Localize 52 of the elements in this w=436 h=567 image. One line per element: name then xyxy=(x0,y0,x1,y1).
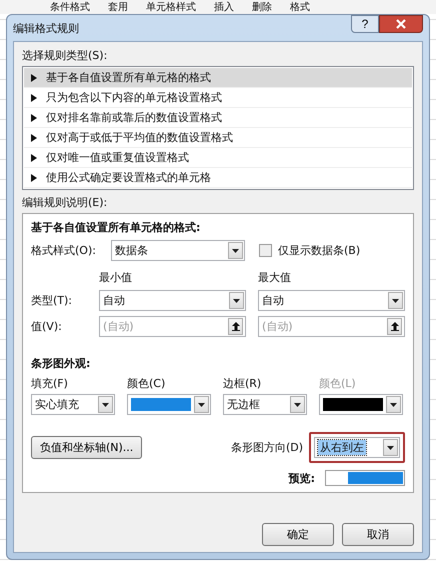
field-label: 填充(F) xyxy=(31,376,69,391)
collapse-up-icon[interactable] xyxy=(387,318,402,335)
window-title: 编辑格式规则 xyxy=(13,20,79,36)
rule-type-item[interactable]: 仅对排名靠前或靠后的数值设置格式 xyxy=(24,108,412,128)
field-label: 预览: xyxy=(288,470,315,486)
field-label: 格式样式(O): xyxy=(31,243,97,258)
dialog-button[interactable]: 确定 xyxy=(262,523,334,546)
color-picker[interactable] xyxy=(319,394,403,415)
rule-type-item[interactable]: 使用公式确定要设置格式的单元格 xyxy=(24,168,412,188)
axis-settings-button[interactable]: 负值和坐标轴(N)... xyxy=(31,436,142,459)
ribbon-tab[interactable]: 套用 xyxy=(108,0,128,14)
triangle-icon xyxy=(30,94,38,102)
ribbon-tab[interactable]: 插入 xyxy=(214,0,234,14)
field-label: 边框(R) xyxy=(223,376,262,391)
rule-type-item[interactable]: 基于各自值设置所有单元格的格式 xyxy=(24,68,412,88)
border-dropdown[interactable]: 无边框 xyxy=(223,394,307,415)
type-dropdown[interactable]: 自动 xyxy=(258,290,405,311)
field-label: 颜色(C) xyxy=(127,376,166,391)
rule-type-item[interactable]: 仅对唯一值或重复值设置格式 xyxy=(24,148,412,168)
fill-dropdown[interactable]: 实心填充 xyxy=(31,394,115,415)
triangle-icon xyxy=(30,74,38,82)
close-button[interactable] xyxy=(379,15,423,33)
triangle-icon xyxy=(30,134,38,142)
field-label: 条形图方向(D) xyxy=(230,440,303,455)
direction-dropdown[interactable]: 从右到左 xyxy=(314,437,400,458)
panel-heading: 基于各自值设置所有单元格的格式: xyxy=(31,220,202,235)
ribbon-tab[interactable]: 条件格式 xyxy=(50,0,90,14)
triangle-icon xyxy=(30,174,38,182)
ribbon-tab[interactable]: 格式 xyxy=(290,0,310,14)
section-label: 编辑规则说明(E): xyxy=(22,195,108,210)
type-dropdown[interactable]: 自动 xyxy=(99,290,246,311)
checkbox-label: 仅显示数据条(B) xyxy=(278,243,360,258)
triangle-icon xyxy=(30,114,38,122)
close-icon xyxy=(396,19,406,29)
format-style-dropdown[interactable]: 数据条 xyxy=(111,240,245,261)
field-label: 值(V): xyxy=(31,319,63,334)
dialog-button[interactable]: 取消 xyxy=(342,523,414,546)
rule-type-item[interactable]: 只为包含以下内容的单元格设置格式 xyxy=(24,88,412,108)
section-label: 选择规则类型(S): xyxy=(22,48,108,63)
color-picker[interactable] xyxy=(127,394,211,415)
section-heading: 条形图外观: xyxy=(31,356,92,371)
ribbon-tab[interactable]: 单元格样式 xyxy=(146,0,196,14)
field-label: 类型(T): xyxy=(31,293,74,308)
field-label: 颜色(L) xyxy=(319,376,357,391)
checkbox[interactable] xyxy=(259,244,272,257)
triangle-icon xyxy=(30,154,38,162)
ribbon-tab[interactable]: 删除 xyxy=(252,0,272,14)
column-heading: 最小值 xyxy=(99,270,133,285)
rule-type-item[interactable]: 仅对高于或低于平均值的数值设置格式 xyxy=(24,128,412,148)
column-heading: 最大值 xyxy=(258,270,292,285)
help-button[interactable]: ? xyxy=(351,15,379,33)
collapse-up-icon[interactable] xyxy=(228,318,243,335)
